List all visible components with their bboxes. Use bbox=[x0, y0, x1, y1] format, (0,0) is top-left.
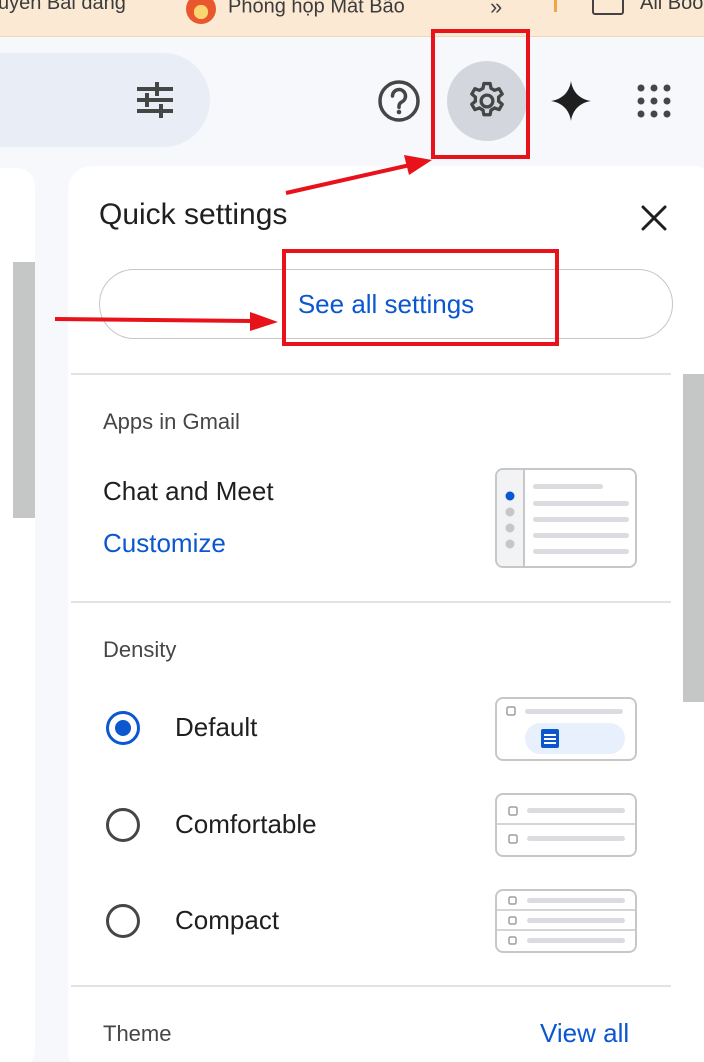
bookmark-separator bbox=[554, 0, 557, 12]
apps-in-gmail-heading: Apps in Gmail bbox=[103, 409, 240, 434]
density-compact-graphic bbox=[497, 896, 635, 945]
density-default-radio[interactable] bbox=[106, 711, 140, 745]
quick-settings-title: Quick settings bbox=[99, 198, 288, 231]
annotation-box-see-all bbox=[282, 249, 559, 346]
density-heading: Density bbox=[103, 637, 177, 662]
bookmark-folder[interactable]: All Boo bbox=[592, 0, 703, 15]
mail-list-scrollbar[interactable] bbox=[13, 262, 35, 518]
bookmark-label: Phòng họp Mắt Bão bbox=[228, 0, 405, 18]
bookmarks-overflow-chevron[interactable]: » bbox=[490, 0, 502, 20]
bookmark-label: All Boo bbox=[640, 0, 704, 14]
chat-and-meet-preview[interactable] bbox=[495, 468, 637, 568]
search-options-button[interactable] bbox=[126, 76, 184, 124]
apps-grid-icon bbox=[637, 84, 671, 118]
density-default-preview[interactable] bbox=[495, 697, 637, 761]
bookmarks-bar: uyễn Bài đăng Phòng họp Mắt Bão » All Bo… bbox=[0, 0, 704, 37]
divider bbox=[71, 373, 671, 375]
density-comfortable-radio[interactable] bbox=[106, 808, 140, 842]
chat-and-meet-label: Chat and Meet bbox=[103, 476, 274, 506]
chat-meet-preview-graphic bbox=[497, 470, 629, 566]
quick-settings-scrollbar[interactable] bbox=[683, 374, 704, 702]
folder-icon bbox=[592, 0, 624, 15]
density-comfortable-preview[interactable] bbox=[495, 793, 637, 857]
density-comfortable-graphic bbox=[497, 806, 635, 844]
help-button[interactable] bbox=[359, 61, 439, 141]
bookmark-item[interactable]: uyễn Bài đăng bbox=[0, 0, 126, 15]
gemini-button[interactable] bbox=[531, 61, 611, 141]
gmail-window: uyễn Bài đăng Phòng họp Mắt Bão » All Bo… bbox=[0, 0, 704, 1062]
theme-view-all-link[interactable]: View all bbox=[540, 1018, 629, 1049]
density-default-label: Default bbox=[175, 712, 258, 742]
density-comfortable-label: Comfortable bbox=[175, 809, 317, 839]
theme-heading: Theme bbox=[103, 1021, 172, 1046]
close-button[interactable] bbox=[634, 198, 674, 238]
bookmark-favicon-icon bbox=[186, 0, 216, 24]
density-compact-radio[interactable] bbox=[106, 904, 140, 938]
help-icon bbox=[378, 80, 420, 122]
divider bbox=[71, 601, 671, 603]
divider bbox=[71, 985, 671, 987]
google-apps-button[interactable] bbox=[614, 61, 694, 141]
density-default-graphic bbox=[506, 706, 625, 754]
annotation-box-settings bbox=[431, 29, 530, 159]
gemini-sparkle-icon bbox=[551, 81, 591, 121]
customize-link[interactable]: Customize bbox=[103, 528, 226, 559]
tune-icon bbox=[137, 82, 173, 118]
close-icon bbox=[641, 205, 667, 231]
bookmark-item[interactable]: Phòng họp Mắt Bão bbox=[186, 0, 405, 24]
density-compact-preview[interactable] bbox=[495, 889, 637, 953]
density-compact-label: Compact bbox=[175, 905, 280, 935]
